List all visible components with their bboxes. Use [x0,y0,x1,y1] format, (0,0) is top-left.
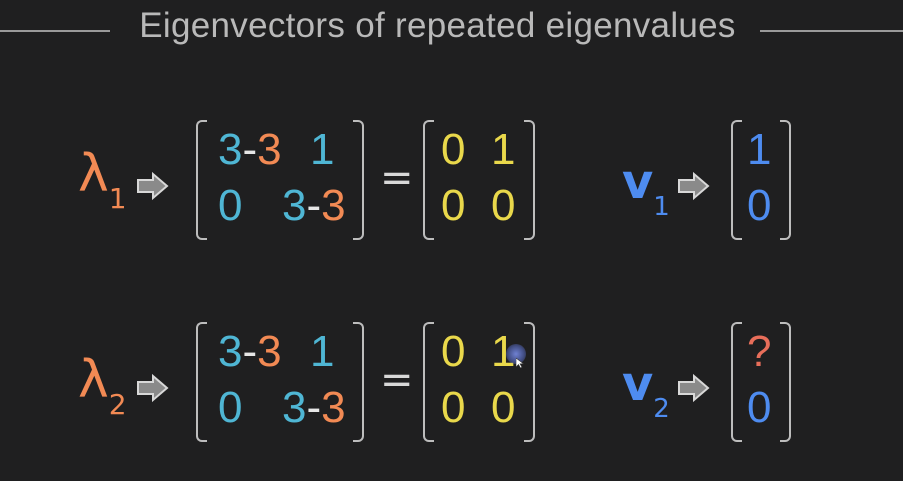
matrix-cell-r2c2: 0 [491,181,516,230]
vector-entry-bottom: 0 [747,383,772,432]
equals-sign: = [380,155,414,201]
title-rule-left [0,30,110,32]
eigenvector-1: 1 0 [731,118,791,240]
right-arrow-icon [136,373,170,403]
right-bracket [353,120,364,240]
matrix-cell-r2c2: 3-3 [282,181,346,230]
right-bracket [780,322,791,442]
left-bracket [196,120,207,240]
matrix-cell-r1c2: 1 [310,327,335,376]
eigenvector-2: ? 0 [731,320,791,442]
matrix-cell-r2c1: 0 [218,181,243,230]
vector-entry-bottom: 0 [747,181,772,230]
matrix-cell-r1c1: 0 [441,125,466,174]
matrix-cell-r2c1: 0 [441,383,466,432]
vector-entry-top: ? [747,327,772,376]
title-rule-right [760,30,903,32]
equals-sign: = [380,357,414,403]
matrix-cell-r2c1: 0 [218,383,243,432]
matrix-cell-r1c1: 3-3 [218,327,282,376]
matrix-cell-r2c2: 0 [491,383,516,432]
left-bracket [423,120,434,240]
eigen-row-1: λ1 3-3 1 0 3-3 = 0 1 0 0 v1 1 0 [0,118,903,248]
right-matrix-1: 0 1 0 0 [423,118,535,240]
vector-label-2: v2 [622,356,670,424]
left-bracket [731,120,742,240]
right-bracket [524,322,535,442]
matrix-cell-r1c1: 0 [441,327,466,376]
matrix-cell-r1c2: 1 [491,125,516,174]
lambda-1: λ1 [78,144,127,216]
lambda-2: λ2 [78,350,127,422]
matrix-cell-r2c2: 3-3 [282,383,346,432]
vector-label-1: v1 [622,154,670,222]
right-matrix-2: 0 1 0 0 [423,320,535,442]
vector-entry-top: 1 [747,125,772,174]
left-bracket [731,322,742,442]
matrix-cell-r1c2: 1 [310,125,335,174]
left-bracket [196,322,207,442]
right-arrow-icon [677,171,711,201]
matrix-cell-r2c1: 0 [441,181,466,230]
matrix-cell-r1c1: 3-3 [218,125,282,174]
right-bracket [524,120,535,240]
left-matrix-2: 3-3 1 0 3-3 [196,320,364,442]
slide-title: Eigenvectors of repeated eigenvalues [139,6,736,45]
eigen-row-2: λ2 3-3 1 0 3-3 = 0 1 0 0 v2 ? 0 [0,320,903,450]
title-bar: Eigenvectors of repeated eigenvalues [0,6,903,56]
right-bracket [353,322,364,442]
left-matrix-1: 3-3 1 0 3-3 [196,118,364,240]
left-bracket [423,322,434,442]
right-bracket [780,120,791,240]
right-arrow-icon [677,373,711,403]
mouse-cursor-icon [515,353,525,369]
right-arrow-icon [136,171,170,201]
